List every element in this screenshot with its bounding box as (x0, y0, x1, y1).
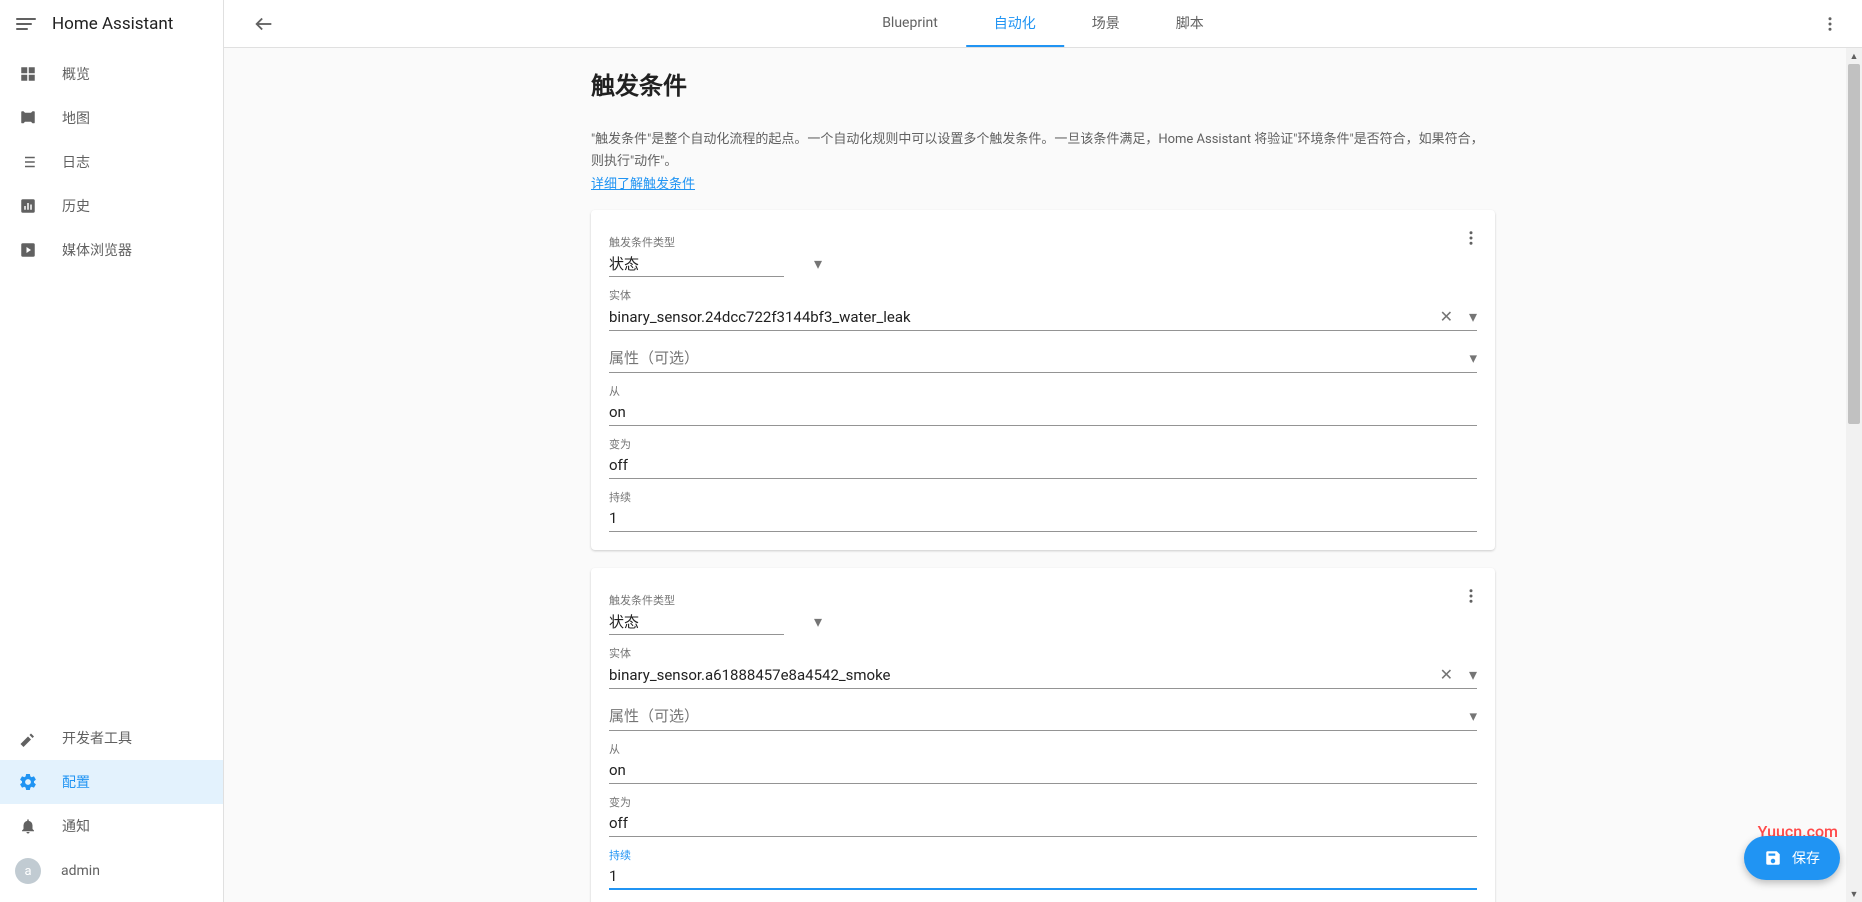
sidebar-item-devtools[interactable]: 开发者工具 (0, 716, 223, 760)
chevron-down-icon: ▾ (814, 254, 822, 273)
gear-icon (16, 770, 40, 794)
field-label: 触发条件类型 (609, 592, 1477, 608)
sidebar-item-label: 开发者工具 (62, 728, 132, 748)
sidebar-nav: 概览 地图 日志 历史 媒体浏览器 (0, 48, 223, 716)
to-input[interactable] (609, 812, 1477, 834)
attribute-placeholder: 属性（可选） (609, 705, 699, 726)
field-label: 触发条件类型 (609, 234, 1477, 250)
entity-input-row: ✕ ▾ (609, 663, 1477, 689)
sidebar-item-media[interactable]: 媒体浏览器 (0, 228, 223, 272)
entity-input[interactable] (609, 664, 1436, 686)
field-label: 持续 (609, 489, 1477, 505)
sidebar-item-overview[interactable]: 概览 (0, 52, 223, 96)
trigger-type-select[interactable]: ▾ (609, 252, 784, 277)
save-icon (1764, 849, 1782, 867)
sidebar-item-label: admin (61, 863, 100, 879)
attribute-placeholder: 属性（可选） (609, 347, 699, 368)
sidebar-item-logbook[interactable]: 日志 (0, 140, 223, 184)
chevron-down-icon: ▾ (1469, 707, 1477, 725)
save-label: 保存 (1792, 848, 1820, 868)
chart-icon (16, 194, 40, 218)
hammer-icon (16, 726, 40, 750)
field-label: 从 (609, 383, 1477, 399)
avatar: a (15, 858, 41, 884)
field-label: 变为 (609, 794, 1477, 810)
sidebar: Home Assistant 概览 地图 日志 历史 媒体浏览器 (0, 0, 224, 902)
tab-blueprint[interactable]: Blueprint (854, 0, 966, 47)
chevron-down-icon[interactable]: ▾ (1469, 307, 1477, 326)
sidebar-header: Home Assistant (0, 0, 223, 48)
sidebar-item-label: 概览 (62, 64, 90, 84)
card-menu-button[interactable] (1453, 220, 1489, 256)
sidebar-item-notify[interactable]: 通知 (0, 804, 223, 848)
tab-script[interactable]: 脚本 (1148, 0, 1232, 47)
save-fab[interactable]: 保存 (1744, 836, 1840, 880)
content-scroll[interactable]: 触发条件 "触发条件"是整个自动化流程的起点。一个自动化规则中可以设置多个触发条… (224, 48, 1862, 902)
field-label: 从 (609, 741, 1477, 757)
to-input[interactable] (609, 454, 1477, 476)
main: Blueprint 自动化 场景 脚本 触发条件 "触发条件"是整个自动化流程的… (224, 0, 1862, 902)
dashboard-icon (16, 62, 40, 86)
card-menu-button[interactable] (1453, 578, 1489, 614)
sidebar-item-label: 历史 (62, 196, 90, 216)
sidebar-item-label: 地图 (62, 108, 90, 128)
bell-icon (16, 814, 40, 838)
trigger-card: 触发条件类型 ▾ 实体 ✕ ▾ (591, 210, 1495, 550)
app-title: Home Assistant (52, 14, 173, 34)
from-input[interactable] (609, 759, 1477, 781)
trigger-type-select[interactable]: ▾ (609, 610, 784, 635)
attribute-select[interactable]: 属性（可选） ▾ (609, 341, 1477, 373)
tabs: Blueprint 自动化 场景 脚本 (854, 0, 1232, 47)
scrollbar[interactable]: ▲ ▼ (1846, 48, 1862, 902)
list-icon (16, 150, 40, 174)
scroll-up-arrow[interactable]: ▲ (1846, 48, 1862, 64)
field-label: 持续 (609, 847, 1477, 863)
sidebar-bottom: 开发者工具 配置 通知 a admin (0, 716, 223, 902)
tab-automation[interactable]: 自动化 (966, 0, 1064, 47)
field-label: 实体 (609, 645, 1477, 661)
sidebar-item-map[interactable]: 地图 (0, 96, 223, 140)
sidebar-item-history[interactable]: 历史 (0, 184, 223, 228)
sidebar-item-label: 日志 (62, 152, 90, 172)
tab-scene[interactable]: 场景 (1064, 0, 1148, 47)
sidebar-item-user[interactable]: a admin (0, 848, 223, 894)
clear-icon[interactable]: ✕ (1436, 305, 1457, 328)
overflow-menu-button[interactable] (1810, 4, 1850, 44)
chevron-down-icon: ▾ (1469, 349, 1477, 367)
menu-collapse-icon[interactable] (16, 14, 36, 34)
entity-input-row: ✕ ▾ (609, 305, 1477, 331)
section-title: 触发条件 (591, 66, 1495, 101)
scroll-down-arrow[interactable]: ▼ (1846, 886, 1862, 902)
scrollbar-thumb[interactable] (1848, 64, 1860, 424)
for-input[interactable] (609, 507, 1477, 529)
trigger-type-value[interactable] (609, 610, 808, 632)
play-box-icon (16, 238, 40, 262)
sidebar-item-label: 配置 (62, 772, 90, 792)
chevron-down-icon: ▾ (814, 612, 822, 631)
topbar: Blueprint 自动化 场景 脚本 (224, 0, 1862, 48)
from-input[interactable] (609, 401, 1477, 423)
sidebar-item-label: 通知 (62, 816, 90, 836)
field-label: 实体 (609, 287, 1477, 303)
learn-more-link[interactable]: 详细了解触发条件 (591, 177, 695, 192)
clear-icon[interactable]: ✕ (1436, 663, 1457, 686)
entity-input[interactable] (609, 306, 1436, 328)
field-label: 变为 (609, 436, 1477, 452)
attribute-select[interactable]: 属性（可选） ▾ (609, 699, 1477, 731)
trigger-card: 触发条件类型 ▾ 实体 ✕ ▾ (591, 568, 1495, 902)
section-description: "触发条件"是整个自动化流程的起点。一个自动化规则中可以设置多个触发条件。一旦该… (591, 129, 1495, 173)
map-icon (16, 106, 40, 130)
sidebar-item-config[interactable]: 配置 (0, 760, 223, 804)
back-button[interactable] (244, 4, 284, 44)
chevron-down-icon[interactable]: ▾ (1469, 665, 1477, 684)
trigger-type-value[interactable] (609, 252, 808, 274)
sidebar-item-label: 媒体浏览器 (62, 240, 132, 260)
for-input[interactable] (609, 865, 1477, 887)
